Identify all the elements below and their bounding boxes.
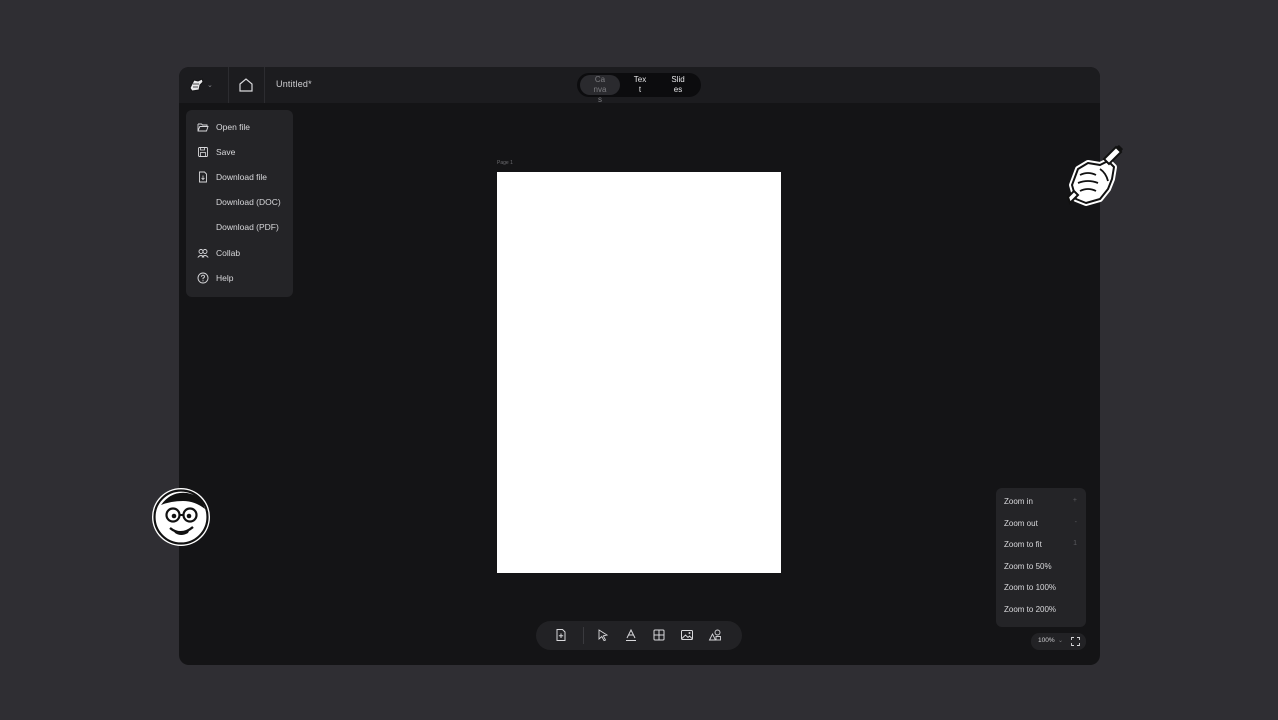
tab-text[interactable]: Text [620,75,660,95]
shapes-icon[interactable] [708,628,722,642]
mode-switch: Canvas Text Slides [577,73,701,104]
menu-item-download-file[interactable]: Download file [186,167,293,187]
menu-item-help[interactable]: Help [186,268,293,288]
menu-item-download-doc[interactable]: Download (DOC) [186,192,293,212]
folder-open-icon [197,123,209,132]
text-icon[interactable] [624,628,638,642]
tab-slides[interactable]: Slides [658,75,698,95]
table-icon[interactable] [652,628,666,642]
chevron-down-icon: ⌄ [207,82,213,89]
zoom-menu: Zoom in + Zoom out - Zoom to fit 1 Zoom … [996,488,1086,627]
zoom-100-item[interactable]: Zoom to 100% [996,578,1086,598]
file-menu: Open file Save Download file Download (D… [186,110,293,297]
top-bar: ⌄ Untitled* Canvas Text Slides [179,67,1100,104]
nerd-face-sticker-icon [152,488,210,546]
help-icon [197,272,209,284]
menu-item-download-pdf[interactable]: Download (PDF) [186,217,293,237]
document-title[interactable]: Untitled* [276,79,312,89]
zoom-level-button[interactable]: 100% [1038,637,1055,644]
hand-pencil-logo-icon [189,78,204,92]
app-menu-button[interactable]: ⌄ [187,74,219,96]
download-file-icon [199,171,207,183]
zoom-out-item[interactable]: Zoom out - [996,514,1086,534]
zoom-50-item[interactable]: Zoom to 50% [996,557,1086,577]
zoom-control: 100% ⌄ [1031,633,1086,650]
chevron-down-icon: ⌄ [1058,638,1064,644]
divider [228,67,229,103]
image-icon[interactable] [680,628,694,642]
page-label: Page 1 [497,160,513,166]
fullscreen-icon[interactable] [1070,636,1081,647]
menu-item-save[interactable]: Save [186,142,293,162]
zoom-in-item[interactable]: Zoom in + [996,492,1086,512]
zoom-to-fit-item[interactable]: Zoom to fit 1 [996,535,1086,555]
divider [583,627,584,644]
zoom-200-item[interactable]: Zoom to 200% [996,600,1086,620]
canvas-page[interactable] [497,172,781,573]
tab-canvas[interactable]: Canvas [580,75,620,104]
editor-window: ⌄ Untitled* Canvas Text Slides Open file… [179,67,1100,665]
divider [264,67,265,103]
bottom-toolbar [536,621,742,650]
save-icon [198,147,208,157]
menu-item-collab[interactable]: Collab [186,243,293,263]
select-cursor-icon[interactable] [596,628,610,642]
users-icon [197,249,209,258]
hand-holding-pencil-sticker-icon [1066,145,1123,206]
home-icon[interactable] [237,76,255,94]
menu-item-open-file[interactable]: Open file [186,117,293,137]
add-page-icon[interactable] [554,628,568,642]
